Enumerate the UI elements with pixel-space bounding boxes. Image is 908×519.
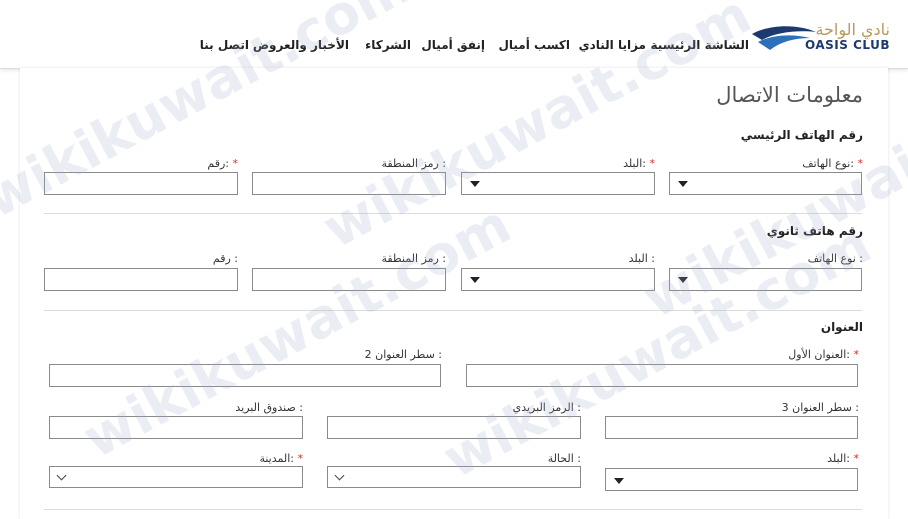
postal-code-input[interactable] [327,416,581,439]
primary-country-select[interactable] [461,172,655,195]
logo-english-text: OASIS CLUB [804,38,890,52]
secondary-area-code-label: رمز المنطقة : [381,252,446,265]
address-line3-text[interactable] [606,418,857,439]
secondary-country-label: البلد : [628,252,655,265]
header: نادي الواحة OASIS CLUB الشاشة الرئيسية م… [0,0,908,69]
state-select[interactable] [327,466,581,488]
dropdown-caret-icon [678,277,688,283]
address-line2-label: سطر العنوان 2 : [364,348,442,361]
chevron-down-icon [334,470,345,481]
nav-contact-us[interactable]: اتصل بنا [200,38,249,52]
primary-number-text[interactable] [45,174,237,195]
address-line3-input[interactable] [605,416,858,439]
secondary-number-label: رقم : [212,252,238,265]
address-country-label: البلد: * [827,452,859,465]
nav-earn-miles[interactable]: اكسب أميال [498,38,570,52]
secondary-number-input[interactable] [44,268,238,291]
address-line1-input[interactable] [466,364,858,387]
logo-arabic-text: نادي الواحة [815,20,890,39]
secondary-area-code-text[interactable] [253,270,445,291]
state-label: الحالة : [547,452,581,465]
primary-phone-type-label: نوع الهاتف: * [802,157,863,170]
po-box-label: صندوق البريد : [235,401,303,414]
primary-area-code-label: رمز المنطقة : [381,157,446,170]
address-line1-label: العنوان الأول: * [788,348,859,361]
primary-number-label: رقم: * [207,157,238,170]
secondary-phone-type-select[interactable] [669,268,862,291]
dropdown-caret-icon [470,181,480,187]
nav-club-benefits[interactable]: مزايا النادي [579,38,646,52]
postal-code-label: الرمز البريدي : [512,401,581,414]
oasis-club-logo[interactable]: نادي الواحة OASIS CLUB [750,18,900,58]
po-box-input[interactable] [49,416,303,439]
address-line3-label: سطر العنوان 3 : [781,401,859,414]
address-line1-text[interactable] [467,366,857,387]
primary-area-code-input[interactable] [252,172,446,195]
nav-news-offers[interactable]: الأخبار والعروض [253,38,349,52]
section-divider [44,310,862,311]
nav-spend-miles[interactable]: إنفق أميال [421,38,485,52]
dropdown-caret-icon [678,181,688,187]
section-divider [44,509,862,510]
primary-country-label: البلد: * [623,157,655,170]
primary-phone-type-select[interactable] [669,172,862,195]
secondary-area-code-input[interactable] [252,268,446,291]
nav-home[interactable]: الشاشة الرئيسية [651,38,749,52]
secondary-country-select[interactable] [461,268,655,291]
primary-phone-title: رقم الهاتف الرئيسي [740,128,863,142]
city-label: المدينة: * [259,452,303,465]
address-line2-text[interactable] [50,366,440,387]
chevron-down-icon [56,470,67,481]
primary-area-code-text[interactable] [253,174,445,195]
nav-partners[interactable]: الشركاء [365,38,411,52]
secondary-phone-title: رقم هاتف ثانوي [766,224,863,238]
city-select[interactable] [49,466,303,488]
secondary-phone-type-label: نوع الهاتف : [807,252,863,265]
primary-number-input[interactable] [44,172,238,195]
dropdown-caret-icon [614,478,624,484]
postal-code-text[interactable] [328,418,580,439]
po-box-text[interactable] [50,418,302,439]
page-title: معلومات الاتصال [716,83,863,107]
dropdown-caret-icon [470,277,480,283]
section-divider [44,213,862,214]
address-line2-input[interactable] [49,364,441,387]
address-country-select[interactable] [605,468,858,491]
address-title: العنوان [820,320,863,334]
secondary-number-text[interactable] [45,270,237,291]
